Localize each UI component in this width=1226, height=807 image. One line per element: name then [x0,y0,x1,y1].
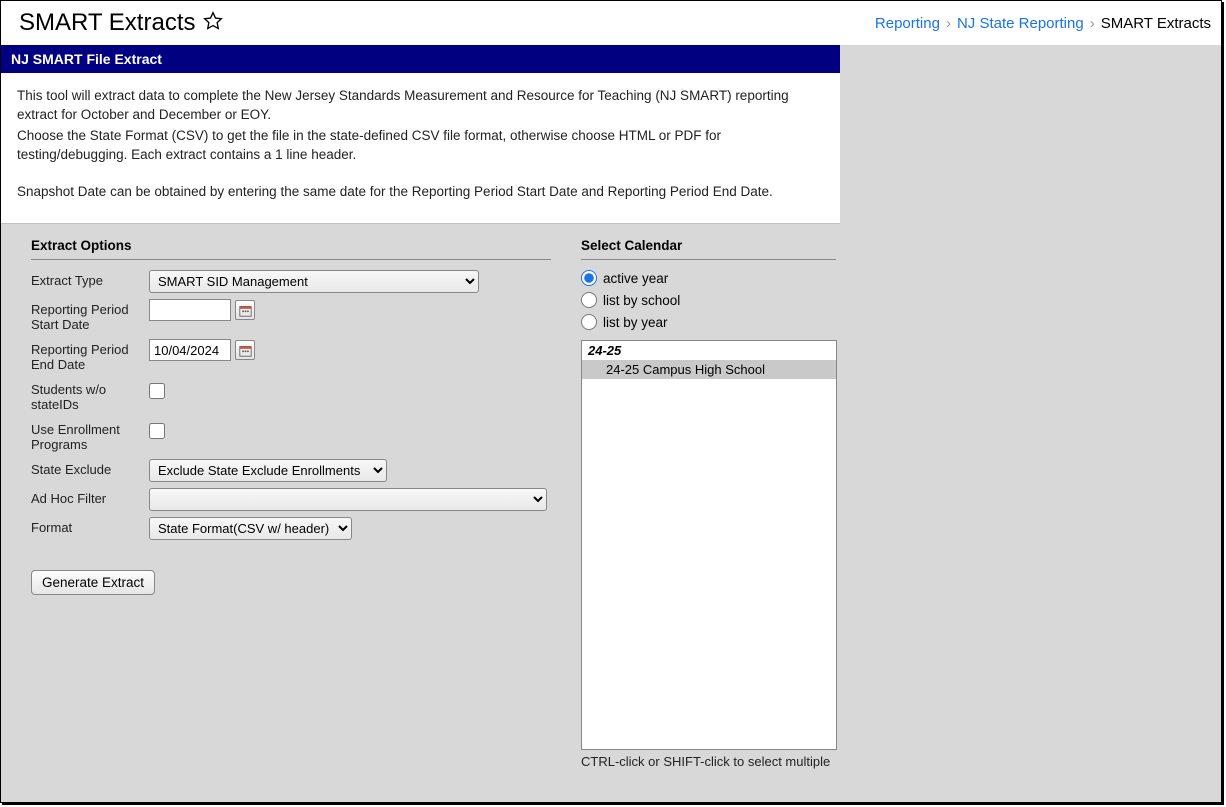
breadcrumb-link-reporting[interactable]: Reporting [875,15,940,32]
extract-type-label: Extract Type [31,270,149,289]
end-date-label: Reporting Period End Date [31,339,149,373]
panel-header: NJ SMART File Extract [1,45,840,73]
chevron-right-icon: › [946,15,951,32]
end-date-input[interactable] [149,339,231,361]
state-exclude-label: State Exclude [31,459,149,478]
students-wo-checkbox[interactable] [149,383,165,399]
breadcrumb-current: SMART Extracts [1101,15,1211,32]
start-date-input[interactable] [149,299,231,321]
breadcrumb: Reporting › NJ State Reporting › SMART E… [875,15,1211,32]
generate-extract-button[interactable]: Generate Extract [31,570,155,595]
use-enroll-label: Use Enrollment Programs [31,419,149,453]
radio-active-year[interactable]: active year [581,270,836,286]
extract-options-title: Extract Options [31,238,551,260]
select-calendar-title: Select Calendar [581,238,836,260]
radio-list-by-year[interactable]: list by year [581,314,836,330]
format-label: Format [31,517,149,536]
adhoc-select[interactable] [149,488,547,511]
students-wo-label: Students w/o stateIDs [31,379,149,413]
chevron-right-icon: › [1090,15,1095,32]
calendar-icon[interactable] [235,340,255,360]
intro-text: This tool will extract data to complete … [1,73,840,224]
state-exclude-select[interactable]: Exclude State Exclude Enrollments [149,459,387,482]
favorite-star-icon[interactable] [203,11,223,36]
start-date-label: Reporting Period Start Date [31,299,149,333]
multi-select-hint: CTRL-click or SHIFT-click to select mult… [581,754,836,769]
calendar-icon[interactable] [235,300,255,320]
calendar-listbox[interactable]: 24-25 24-25 Campus High School [581,340,837,750]
breadcrumb-link-nj-state[interactable]: NJ State Reporting [957,15,1084,32]
extract-type-select[interactable]: SMART SID Management [149,270,479,293]
calendar-year-group[interactable]: 24-25 [582,341,836,360]
use-enroll-checkbox[interactable] [149,423,165,439]
adhoc-label: Ad Hoc Filter [31,488,149,507]
calendar-item[interactable]: 24-25 Campus High School [582,360,836,379]
radio-list-by-school[interactable]: list by school [581,292,836,308]
format-select[interactable]: State Format(CSV w/ header) [149,517,352,540]
page-title: SMART Extracts [19,9,195,37]
